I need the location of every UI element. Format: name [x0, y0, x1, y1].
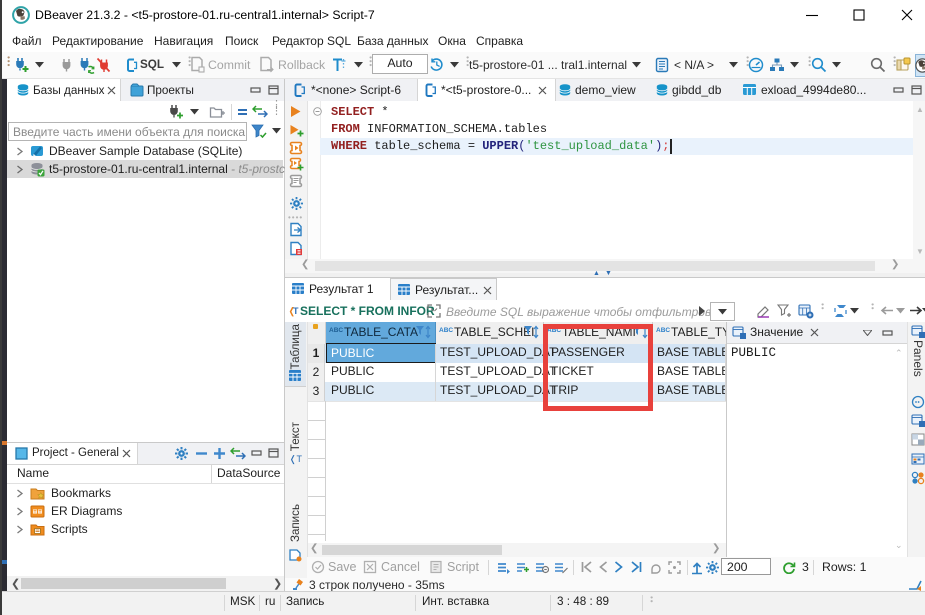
svg-text:❬T: ❬T	[289, 454, 303, 465]
svg-text:T: T	[293, 306, 299, 316]
